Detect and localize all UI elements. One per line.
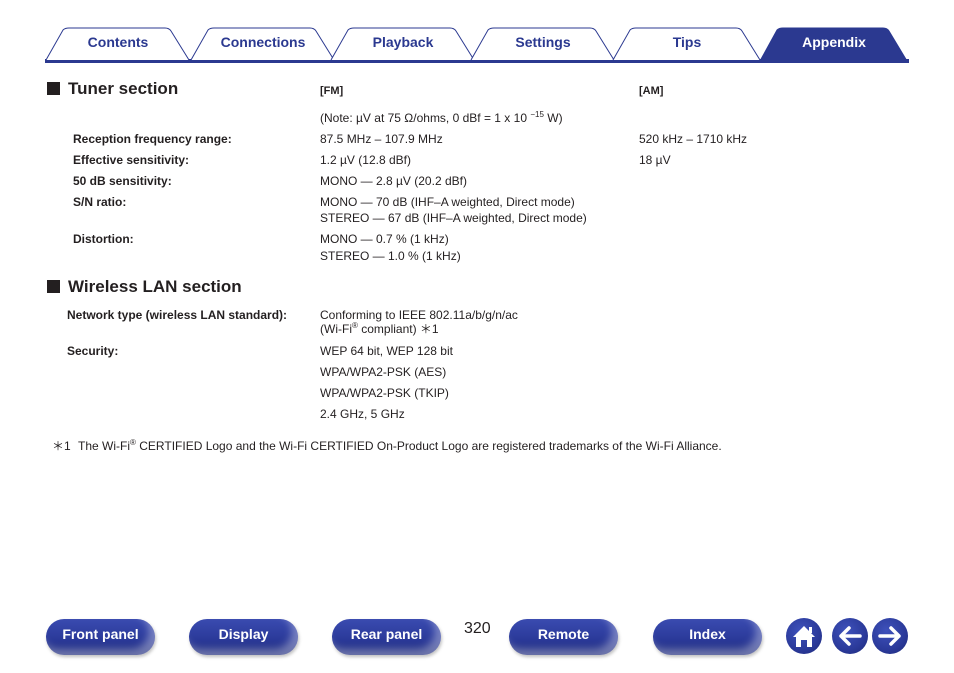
page-number: 320 (464, 620, 491, 637)
footnote-mark: ＊1 (52, 439, 71, 453)
note-text-end: W) (543, 111, 563, 125)
tab-label: Appendix (802, 34, 866, 50)
spec-label: S/N ratio: (73, 195, 127, 209)
spec-label: 50 dB sensitivity: (73, 174, 172, 188)
spec-value-fm: MONO — 70 dB (IHF–A weighted, Direct mod… (320, 195, 575, 209)
tab-label: Tips (672, 34, 702, 50)
home-icon (793, 626, 815, 647)
tab-tips[interactable]: Tips (612, 27, 762, 61)
spec-label: Distortion: (73, 232, 134, 246)
section-bullet-icon (47, 280, 60, 293)
spec-value-am: 18 µV (639, 153, 671, 167)
spec-label: Effective sensitivity: (73, 153, 190, 167)
spec-label: Security: (67, 344, 119, 358)
display-button[interactable]: Display (189, 619, 298, 655)
footnote-text-part: CERTIFIED Logo and the Wi-Fi CERTIFIED O… (135, 439, 722, 453)
section-bullet-icon (47, 82, 60, 95)
tab-settings[interactable]: Settings (470, 27, 616, 61)
spec-label: Reception frequency range: (73, 132, 232, 146)
spec-value-text: compliant) ＊1 (357, 322, 439, 336)
wlan-section-title: Wireless LAN section (47, 277, 242, 297)
spec-value-fm: MONO — 0.7 % (1 kHz) (320, 232, 449, 246)
tab-label: Settings (515, 34, 571, 50)
rear-panel-button[interactable]: Rear panel (332, 619, 441, 655)
footnote-text: The Wi-Fi® CERTIFIED Logo and the Wi-Fi … (78, 438, 722, 454)
spec-value: (Wi-Fi® compliant) ＊1 (320, 321, 439, 337)
front-panel-button[interactable]: Front panel (46, 619, 155, 655)
spec-value: WPA/WPA2-PSK (TKIP) (320, 386, 449, 400)
remote-button[interactable]: Remote (509, 619, 618, 655)
tuner-section-title: Tuner section (47, 79, 178, 99)
spec-value-fm: 1.2 µV (12.8 dBf) (320, 153, 411, 167)
index-button[interactable]: Index (653, 619, 762, 655)
spec-value: WEP 64 bit, WEP 128 bit (320, 344, 453, 358)
spec-value-am: 520 kHz – 1710 kHz (639, 132, 748, 146)
spec-label: Network type (wireless LAN standard): (67, 308, 288, 322)
tab-contents[interactable]: Contents (45, 27, 191, 61)
tab-playback[interactable]: Playback (330, 27, 476, 61)
spec-value-text: (Wi-Fi (320, 322, 352, 336)
note-exponent: −15 (530, 110, 544, 119)
tab-appendix[interactable]: Appendix (759, 27, 909, 61)
tab-label: Connections (220, 34, 306, 50)
fm-note: (Note: µV at 75 Ω/ohms, 0 dBf = 1 x 10 −… (320, 110, 563, 126)
home-button[interactable] (786, 618, 822, 654)
am-header: [AM] (639, 85, 664, 97)
spec-value: 2.4 GHz, 5 GHz (320, 407, 405, 421)
section-title-text: Wireless LAN section (68, 277, 242, 296)
forward-arrow-icon (878, 626, 901, 646)
tab-connections[interactable]: Connections (190, 27, 336, 61)
tab-label: Contents (87, 34, 149, 50)
back-button[interactable] (832, 618, 868, 654)
spec-value-fm: STEREO — 1.0 % (1 kHz) (320, 249, 461, 263)
spec-value-fm: STEREO — 67 dB (IHF–A weighted, Direct m… (320, 211, 587, 225)
spec-value-fm: 87.5 MHz – 107.9 MHz (320, 132, 443, 146)
forward-button[interactable] (872, 618, 908, 654)
footnote-text-part: The Wi-Fi (78, 439, 130, 453)
tab-label: Playback (372, 34, 434, 50)
spec-value: WPA/WPA2-PSK (AES) (320, 365, 447, 379)
back-arrow-icon (839, 626, 862, 646)
section-title-text: Tuner section (68, 79, 179, 98)
spec-value-fm: MONO — 2.8 µV (20.2 dBf) (320, 174, 467, 188)
note-text: (Note: µV at 75 Ω/ohms, 0 dBf = 1 x 10 (320, 111, 531, 125)
fm-header: [FM] (320, 85, 344, 97)
